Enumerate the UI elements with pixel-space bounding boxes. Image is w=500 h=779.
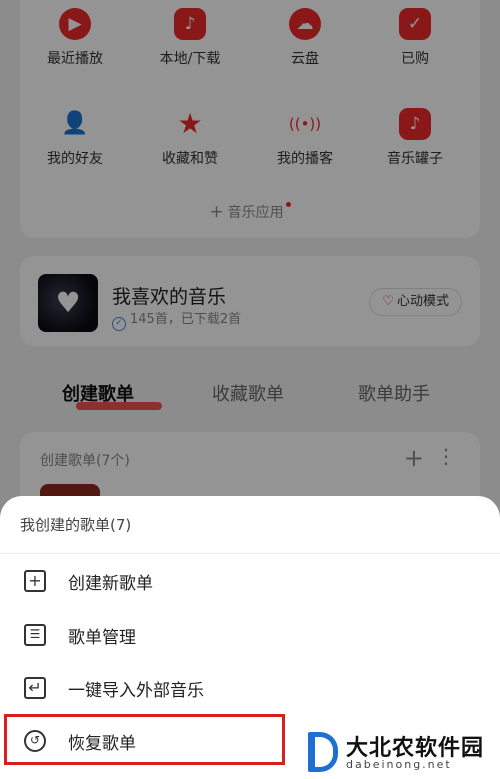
- menu-item-create-playlist[interactable]: + 创建新歌单: [0, 556, 500, 606]
- import-icon: ↵: [24, 677, 46, 699]
- sheet-title: 我创建的歌单(7): [20, 516, 132, 534]
- menu-item-label: 创建新歌单: [68, 574, 153, 594]
- watermark-subtitle: dabeinong.net: [346, 758, 452, 771]
- plus-square-icon: +: [24, 570, 46, 592]
- list-manage-icon: ☰: [24, 624, 46, 646]
- site-watermark: 大北农软件园 dabeinong.net: [302, 728, 498, 778]
- menu-item-label: 一键导入外部音乐: [68, 681, 204, 701]
- watermark-logo-icon: [308, 732, 338, 772]
- menu-item-manage-playlists[interactable]: ☰ 歌单管理: [0, 610, 500, 660]
- menu-item-import-external-music[interactable]: ↵ 一键导入外部音乐: [0, 663, 500, 713]
- menu-item-label: 歌单管理: [68, 628, 136, 648]
- highlight-box: [4, 714, 285, 765]
- divider: [0, 553, 500, 554]
